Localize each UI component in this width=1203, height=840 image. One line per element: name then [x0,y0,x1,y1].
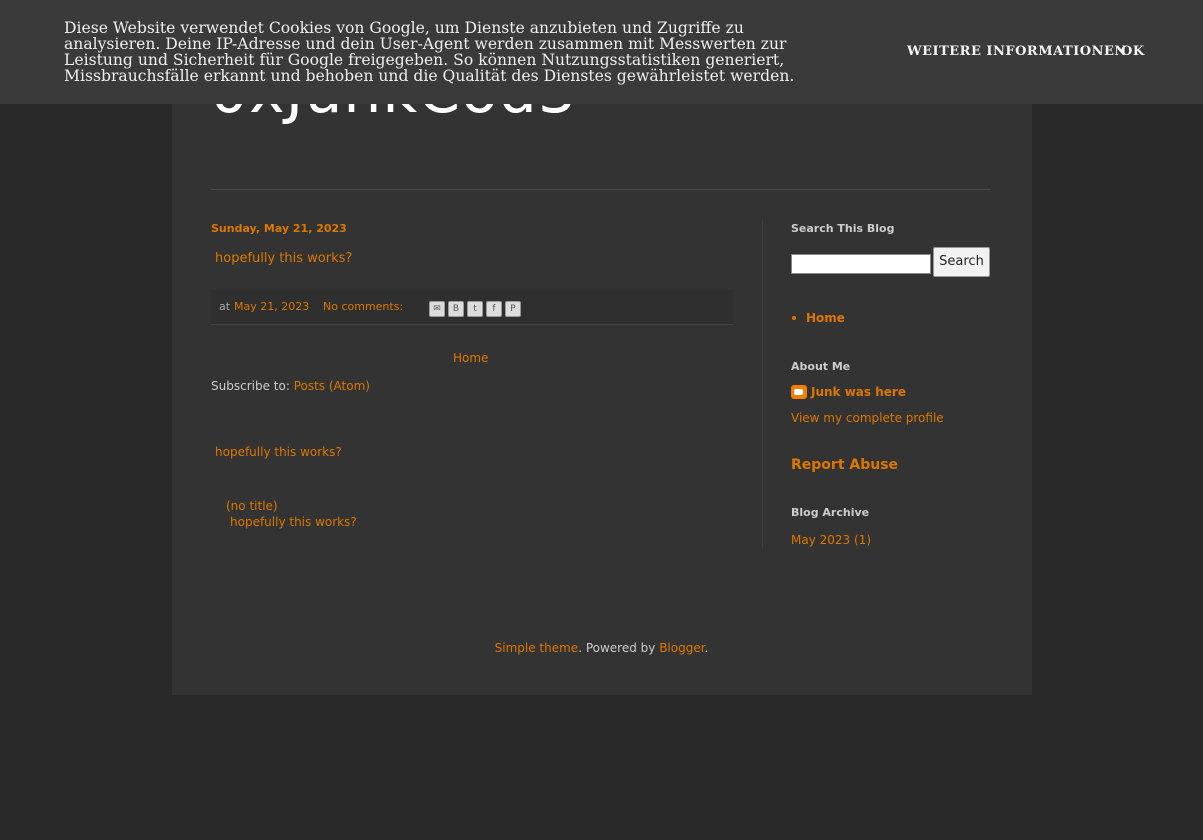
archive-count: (1) [854,533,871,547]
search-widget-title: Search This Blog [791,222,895,235]
post-footer: at May 21, 2023 No comments: ✉ B t f P [211,290,733,325]
bullet-icon [792,315,796,320]
view-profile-link[interactable]: View my complete profile [791,411,944,425]
profile-name-link[interactable]: Junk was here [811,385,906,399]
attribution: Simple theme. Powered by Blogger. [0,641,1203,655]
blogger-link[interactable]: Blogger [659,641,704,655]
blogthis-icon[interactable]: B [448,301,464,317]
post-author-prefix: at [219,300,231,313]
archive-item[interactable]: May 2023 (1) [791,533,871,547]
theme-link[interactable]: Simple theme [495,641,579,655]
comments-link[interactable]: No comments: [323,300,403,313]
pages-item-label[interactable]: Home [806,311,845,325]
archive-widget-title: Blog Archive [791,506,870,519]
cookie-notice-text: Diese Website verwendet Cookies von Goog… [64,19,795,85]
header-divider [211,189,991,190]
column-divider [762,220,763,548]
post-title[interactable]: hopefully this works? [215,251,352,266]
more-info-button[interactable]: WEITERE INFORMATIONEN [907,44,1127,59]
pinterest-icon[interactable]: P [505,301,521,317]
post-timestamp-link[interactable]: May 21, 2023 [234,300,309,313]
post-date-header: Sunday, May 21, 2023 [211,222,347,235]
pages-item-home[interactable]: Home [791,311,845,325]
archive-month-link[interactable]: May 2023 [791,533,850,547]
about-widget-title: About Me [791,360,851,373]
attribution-suffix: . [704,641,709,655]
search-button[interactable]: Search [933,247,990,277]
feed-prefix: Subscribe to: [211,379,294,393]
cookie-banner: Diese Website verwendet Cookies von Goog… [0,0,1203,104]
powered-by-text: . Powered by [578,641,660,655]
twitter-icon[interactable]: t [467,301,483,317]
search-input[interactable] [791,254,931,274]
report-abuse-link[interactable]: Report Abuse [791,457,898,473]
facebook-icon[interactable]: f [486,301,502,317]
featured-post-title[interactable]: (no title) [226,499,278,513]
home-link[interactable]: Home [453,351,488,365]
email-icon[interactable]: ✉ [429,301,445,317]
featured-post-snippet[interactable]: hopefully this works? [230,515,357,529]
ok-button[interactable]: OK [1121,44,1145,59]
popular-post-link[interactable]: hopefully this works? [215,445,342,459]
blogger-profile-icon [791,385,807,399]
feed-links: Subscribe to: Posts (Atom) [211,379,370,393]
atom-feed-link[interactable]: Posts (Atom) [294,379,370,393]
